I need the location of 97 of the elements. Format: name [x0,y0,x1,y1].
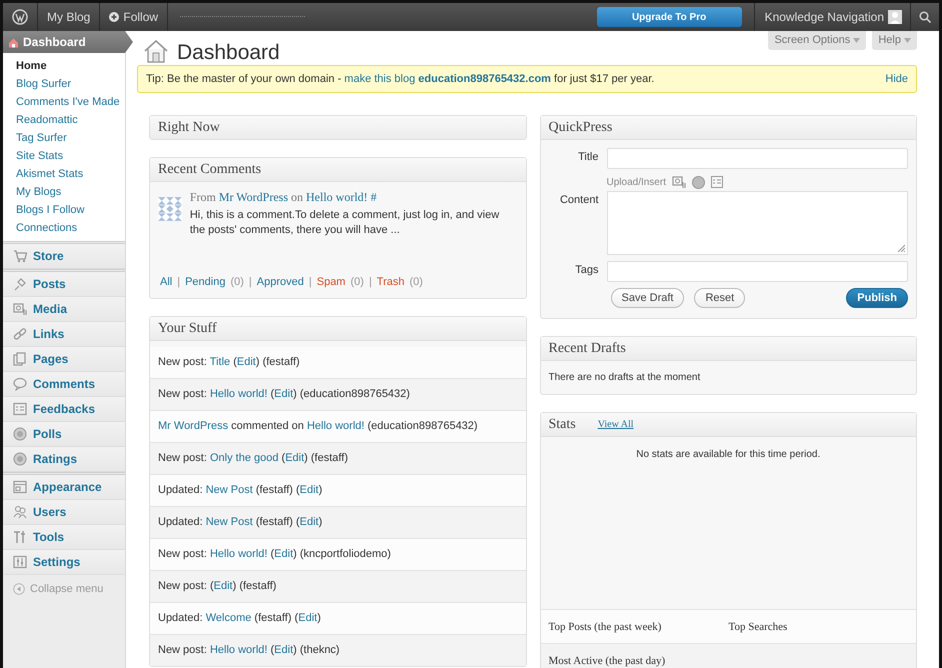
count-text: (0) [350,276,364,288]
widget-title: Your Stuff [158,320,217,336]
menu-item[interactable]: Comments [3,372,125,397]
activity-item: Mr WordPress commented on Hello world! (education898765432) [150,410,526,442]
submenu-item[interactable]: Connections [3,219,125,237]
empty-message: There are no drafts at the moment [548,371,702,385]
widget-title: Stats [548,416,576,432]
menu-item[interactable]: Pages [3,347,125,372]
activity-item: New post: Title (Edit) (festaff) [150,347,526,378]
submenu-item[interactable]: Comments I've Made [3,93,125,111]
count-text: (0) [230,276,244,288]
activity-link[interactable]: Edit [298,612,318,624]
submenu-item[interactable]: Blogs I Follow [3,201,125,219]
reset-button[interactable]: Reset [694,288,746,308]
activity-item: New post: Hello world! (Edit) (theknc) [150,634,526,666]
activity-link[interactable]: Edit [300,516,319,528]
activity-link[interactable]: Edit [236,356,256,368]
widget-title: Recent Drafts [548,340,626,356]
menu-item[interactable]: Tools [3,525,125,550]
activity-item: New post: (Edit) (festaff) [150,570,526,602]
menu-item[interactable]: Posts [3,272,125,297]
menu-item[interactable]: Appearance [3,475,125,500]
upload-label: Upload/Insert [606,176,666,188]
activity-link[interactable]: Edit [300,484,319,496]
activity-link[interactable]: New Post [206,484,253,496]
dashboard-menu-item[interactable]: Dashboard [3,31,133,53]
filter-link[interactable]: Pending [185,276,226,288]
tip-text: Tip: Be the master of your own domain - make this blog education898765432.com for just $17 per year. [146,73,656,85]
activity-item: New post: Only the good (Edit) (festaff) [150,442,526,474]
activity-link[interactable]: New Post [206,516,253,528]
filter-link[interactable]: Spam [316,276,346,288]
activity-link[interactable]: Edit [274,388,294,400]
activity-item: New post: Hello world! (Edit) (education898765432) [150,378,526,410]
field-label: Title [577,150,598,165]
stats-heading: Top Posts (the past week) [548,620,662,632]
filter-link[interactable]: Approved [256,276,304,288]
submenu-item[interactable]: My Blogs [3,183,125,201]
separator: | [308,276,312,288]
menu-item[interactable]: Store [3,244,125,269]
page-title: Dashboard [177,41,280,65]
menu-item[interactable]: Ratings [3,447,125,472]
filter-link[interactable]: All [160,276,172,288]
separator: | [248,276,252,288]
submenu-item[interactable]: Akismet Stats [3,165,125,183]
activity-item: Updated: New Post (festaff) (Edit) [150,474,526,506]
activity-item: Updated: New Post (festaff) (Edit) [150,506,526,538]
activity-link[interactable]: Edit [214,580,233,592]
activity-link[interactable]: Title [210,356,230,368]
submenu-item[interactable]: Site Stats [3,147,125,165]
field-label: Tags [574,263,598,278]
field-label: Content [558,193,598,208]
domain-link[interactable]: make this blog education898765432.com [344,73,551,85]
submenu-item[interactable]: Readomattic [3,111,125,129]
submenu-item[interactable]: Home [3,57,125,75]
activity-item: New post: Hello world! (Edit) (kncportfoliodemo) [150,538,526,570]
help-button[interactable]: Help [872,31,917,50]
post-link[interactable]: Hello world! [306,190,368,204]
widget-title: Recent Comments [158,162,262,178]
menu-item[interactable]: Links [3,322,125,347]
separator: | [368,276,372,288]
author-link[interactable]: Mr WordPress [218,190,288,204]
widget-title: QuickPress [548,120,612,136]
separator: | [177,276,180,288]
menu-item[interactable]: Polls [3,422,125,447]
save-draft-button[interactable]: Save Draft [610,288,684,308]
submenu-item[interactable]: Blog Surfer [3,75,125,93]
widget-title: Right Now [158,120,220,136]
view-all-link[interactable]: View All [598,419,634,430]
activity-link[interactable]: Hello world! [306,420,364,432]
menu-item[interactable]: Media [3,297,125,322]
activity-link[interactable]: Only the good [210,452,278,464]
publish-button[interactable]: Publish [846,288,908,308]
menu-item[interactable]: Users [3,500,125,525]
upgrade-button[interactable]: Upgrade To Pro [596,7,742,27]
stats-heading: Top Searches [728,620,788,632]
activity-link[interactable]: Mr WordPress [158,420,228,432]
activity-link[interactable]: Edit [285,452,304,464]
empty-message: No stats are available for this time period. [635,448,822,462]
screen-options-button[interactable]: Screen Options [768,31,866,50]
menu-item[interactable]: Settings [3,550,125,575]
filter-link[interactable]: Trash [376,276,405,288]
comment-meta: From Mr WordPress on Hello world! # [190,190,378,205]
collapse-menu-button[interactable]: Collapse menu [3,575,125,595]
activity-link[interactable]: Hello world! [210,548,268,560]
activity-link[interactable]: Welcome [206,612,252,624]
submenu-item[interactable]: Tag Surfer [3,129,125,147]
activity-item: Updated: Welcome (festaff) (Edit) [150,602,526,634]
menu-item[interactable]: Feedbacks [3,397,125,422]
activity-link[interactable]: Edit [274,644,294,656]
count-text: (0) [410,276,423,288]
activity-link[interactable]: Edit [274,548,294,560]
activity-link[interactable]: Hello world! [210,388,268,400]
stats-heading: Most Active (the past day) [548,654,666,666]
permalink[interactable]: # [370,190,377,204]
activity-link[interactable]: Hello world! [210,644,268,656]
hide-link[interactable]: Hide [885,73,908,85]
comment-excerpt: Hi, this is a comment.To delete a comment, just log in, and view the posts' comments, there you will have ... [190,208,500,238]
